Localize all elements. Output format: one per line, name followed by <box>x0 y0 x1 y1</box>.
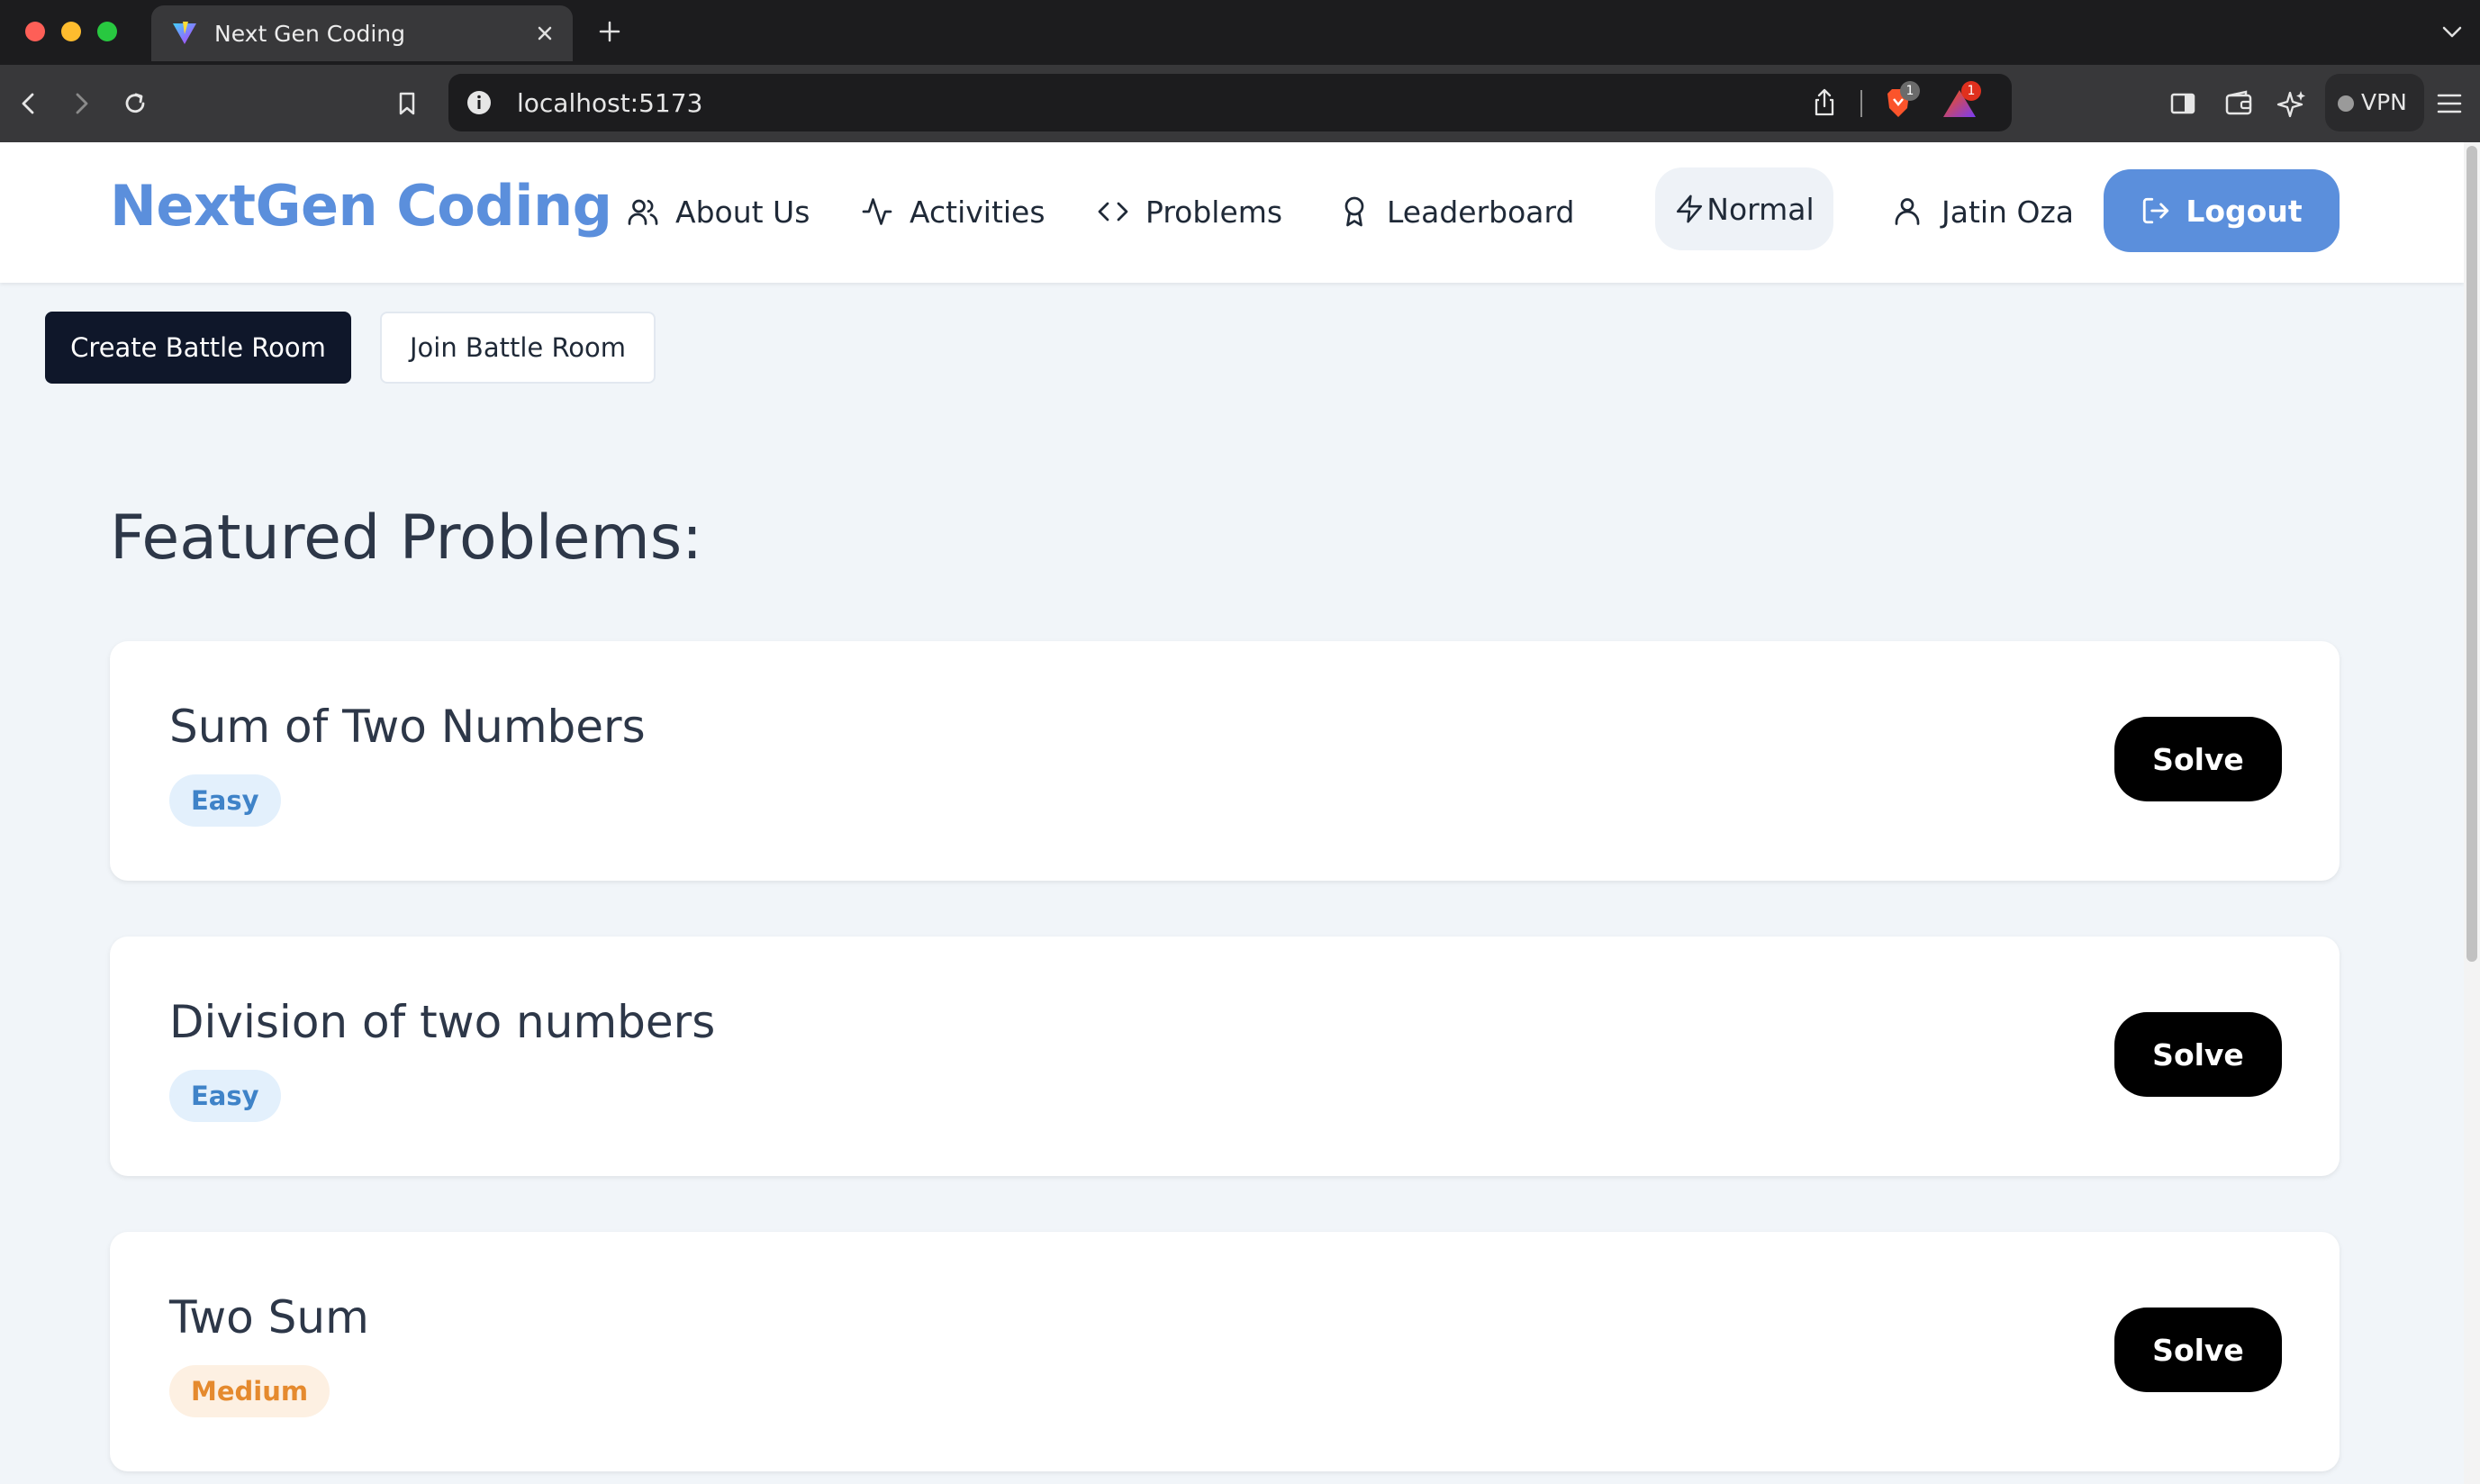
browser-tab[interactable]: Next Gen Coding <box>151 5 573 61</box>
close-tab-icon[interactable] <box>529 18 560 49</box>
users-icon <box>628 199 658 225</box>
problem-title: Division of two numbers <box>169 996 716 1048</box>
sidebar-toggle-icon[interactable] <box>2165 86 2201 122</box>
vpn-status-dot <box>2338 95 2354 112</box>
mode-label: Normal <box>1706 191 1815 227</box>
site-navbar: NextGen Coding About Us Activities Probl… <box>0 142 2464 283</box>
vite-favicon-icon <box>173 22 196 44</box>
nav-problems[interactable]: Problems <box>1097 189 1282 234</box>
close-window-button[interactable] <box>25 22 45 41</box>
tab-title: Next Gen Coding <box>214 21 406 47</box>
solve-button[interactable]: Solve <box>2114 1012 2282 1097</box>
forward-icon[interactable] <box>63 86 99 122</box>
difficulty-badge: Easy <box>169 774 281 827</box>
bookmark-icon[interactable] <box>389 86 425 122</box>
reload-icon[interactable] <box>117 86 153 122</box>
user-icon <box>1895 198 1920 225</box>
problem-card: Sum of Two Numbers Easy Solve <box>110 641 2340 881</box>
activity-icon <box>862 198 892 225</box>
browser-tab-bar: Next Gen Coding <box>0 0 2480 65</box>
brand-logo[interactable]: NextGen Coding <box>110 173 612 239</box>
zap-icon <box>1677 195 1703 223</box>
nav-about-us[interactable]: About Us <box>627 189 810 234</box>
join-battle-room-button[interactable]: Join Battle Room <box>380 312 656 384</box>
share-icon[interactable] <box>1808 86 1841 119</box>
hamburger-menu-icon[interactable] <box>2431 86 2467 122</box>
nav-activities-label: Activities <box>910 194 1045 230</box>
create-battle-room-button[interactable]: Create Battle Room <box>45 312 351 384</box>
nav-leaderboard-label: Leaderboard <box>1387 194 1575 230</box>
brave-shields-button[interactable]: 1 <box>1880 81 1920 121</box>
problem-card: Division of two numbers Easy Solve <box>110 937 2340 1176</box>
scrollbar-thumb[interactable] <box>2466 146 2477 962</box>
featured-problems-heading: Featured Problems: <box>110 502 703 574</box>
url-text: localhost:5173 <box>517 88 703 118</box>
page-viewport: NextGen Coding About Us Activities Probl… <box>0 142 2480 1484</box>
solve-button[interactable]: Solve <box>2114 717 2282 801</box>
problem-card: Two Sum Medium Solve <box>110 1232 2340 1471</box>
browser-toolbar: localhost:5173 1 1 VPN <box>0 65 2480 142</box>
shield-count-badge: 1 <box>1900 81 1920 101</box>
mode-toggle[interactable]: Normal <box>1655 167 1833 250</box>
award-icon <box>1344 196 1364 227</box>
solve-button[interactable]: Solve <box>2114 1308 2282 1392</box>
maximize-window-button[interactable] <box>97 22 117 41</box>
wallet-icon[interactable] <box>2221 86 2257 122</box>
minimize-window-button[interactable] <box>61 22 81 41</box>
user-name: Jatin Oza <box>1941 194 2074 230</box>
address-bar[interactable]: localhost:5173 1 1 <box>448 74 2012 131</box>
rewards-count-badge: 1 <box>1961 81 1981 101</box>
vpn-button[interactable]: VPN <box>2325 74 2424 131</box>
nav-activities[interactable]: Activities <box>861 189 1045 234</box>
nav-problems-label: Problems <box>1145 194 1283 230</box>
nav-about-us-label: About Us <box>675 194 810 230</box>
difficulty-badge: Easy <box>169 1070 281 1122</box>
vpn-label: VPN <box>2361 89 2407 115</box>
chevron-down-icon[interactable] <box>2437 16 2467 47</box>
difficulty-badge: Medium <box>169 1365 330 1417</box>
back-icon[interactable] <box>11 86 47 122</box>
logout-icon <box>2143 197 2169 224</box>
site-info-icon[interactable] <box>465 88 493 117</box>
url-divider <box>1860 90 1862 117</box>
page-scrollbar[interactable] <box>2464 142 2480 1484</box>
problem-title: Sum of Two Numbers <box>169 701 646 753</box>
code-icon <box>1098 202 1128 222</box>
logout-button[interactable]: Logout <box>2104 169 2340 252</box>
logout-label: Logout <box>2186 193 2303 229</box>
brave-rewards-button[interactable]: 1 <box>1940 81 1981 121</box>
problem-title: Two Sum <box>169 1291 369 1344</box>
leo-ai-icon[interactable] <box>2275 86 2311 122</box>
nav-leaderboard[interactable]: Leaderboard <box>1338 189 1574 234</box>
new-tab-icon[interactable] <box>593 14 627 49</box>
user-profile-link[interactable]: Jatin Oza <box>1891 189 2074 234</box>
